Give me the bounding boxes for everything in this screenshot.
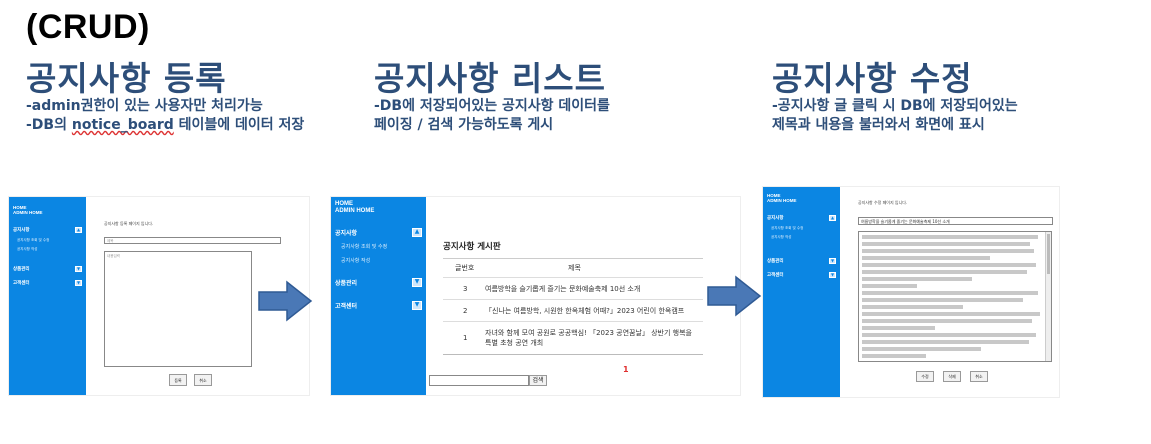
chevron-down-icon[interactable]: ▼	[829, 272, 836, 279]
section-title-edit: 공지사항 수정	[772, 59, 973, 98]
table-row[interactable]: 3 여름방학을 슬기롭게 즐기는 문화예술축제 10선 소개	[443, 278, 703, 300]
screenshot-list: HOME ADMIN HOME 공지사항 ▲ 공지사항 조회 및 수정 공지사항…	[330, 196, 741, 396]
title-input[interactable]: 제목	[104, 237, 281, 244]
chevron-up-icon[interactable]: ▲	[75, 227, 82, 234]
register-button[interactable]: 등록	[169, 374, 187, 386]
scrollbar-thumb[interactable]	[1047, 234, 1050, 274]
chevron-down-icon[interactable]: ▼	[829, 258, 836, 265]
chevron-down-icon[interactable]: ▼	[75, 280, 82, 287]
sidebar-sub-write[interactable]: 공지사항 작성	[763, 231, 840, 240]
chevron-down-icon[interactable]: ▼	[412, 277, 422, 287]
crud-heading: (CRUD)	[26, 8, 150, 46]
sidebar-home[interactable]: HOME	[331, 197, 426, 208]
delete-button[interactable]: 삭제	[943, 371, 961, 382]
menu-label: 고객센터	[767, 273, 784, 279]
sidebar-sub-list[interactable]: 공지사항 조회 및 수정	[9, 233, 86, 243]
menu-label: 고객센터	[13, 281, 30, 287]
section-desc-register: -admin권한이 있는 사용자만 처리가능 -DB의 notice_board…	[26, 97, 304, 135]
menu-label: 공지사항	[13, 228, 30, 234]
chevron-down-icon[interactable]: ▼	[75, 266, 82, 273]
table-row[interactable]: 1 자녀와 함께 모여 공원로 공공핵심! 「2023 공연꿈날」 상반기 행복…	[443, 322, 703, 355]
arrow-right-icon	[707, 275, 762, 317]
row-title-link[interactable]: 여름방학을 슬기롭게 즐기는 문화예술축제 10선 소개	[485, 278, 640, 299]
search-input[interactable]	[429, 375, 529, 386]
notice-table: 글번호 제목 3 여름방학을 슬기롭게 즐기는 문화예술축제 10선 소개 2 …	[443, 258, 703, 355]
menu-label: 고객센터	[335, 302, 358, 310]
desc-line: -DB에 저장되어있는 공지사항 데이터를	[374, 98, 610, 114]
title-input[interactable]: 여름방학을 슬기롭게 즐기는 문화예술축제 10선 소개	[858, 217, 1053, 225]
arrow-right-icon	[258, 280, 313, 322]
screenshot-edit: HOME ADMIN HOME 공지사항 ▲ 공지사항 조회 및 수정 공지사항…	[762, 186, 1060, 398]
sidebar-sub-write[interactable]: 공지사항 작성	[331, 250, 426, 264]
edit-button[interactable]: 수정	[916, 371, 934, 382]
section-desc-list: -DB에 저장되어있는 공지사항 데이터를 페이징 / 검색 가능하도록 게시	[374, 97, 610, 135]
pagination-page[interactable]: 1	[623, 365, 629, 374]
desc-line: -공지사항 글 클릭 시 DB에 저장되어있는	[772, 98, 1018, 114]
sidebar-menu-product[interactable]: 상품관리 ▼	[331, 264, 426, 287]
admin-sidebar: HOME ADMIN HOME 공지사항 ▲ 공지사항 조회 및 수정 공지사항…	[763, 187, 840, 397]
sidebar-menu-notice[interactable]: 공지사항 ▲	[763, 203, 840, 222]
col-title-header: 제목	[568, 264, 581, 272]
cancel-button[interactable]: 취소	[970, 371, 988, 382]
row-title-link[interactable]: 「신나는 여름방학, 시원한 한옥체험 어때?」2023 어린이 한옥캠프	[485, 300, 684, 321]
menu-label: 공지사항	[335, 229, 358, 237]
desc-table-name: notice_board	[71, 117, 174, 133]
row-title-link[interactable]: 자녀와 함께 모여 공원로 공공핵심! 「2023 공연꿈날」 상반기 행복을 …	[485, 322, 695, 354]
sidebar-menu-product[interactable]: 상품관리 ▼	[9, 252, 86, 273]
sidebar-menu-product[interactable]: 상품관리 ▼	[763, 240, 840, 265]
content-textarea[interactable]: 내용입력	[104, 251, 252, 367]
chevron-up-icon[interactable]: ▲	[412, 227, 422, 237]
page-heading: 공지사항 수정 페이지 입니다.	[858, 200, 908, 205]
sidebar-menu-service[interactable]: 고객센터 ▼	[9, 272, 86, 287]
menu-label: 상품관리	[767, 259, 784, 265]
desc-line: -DB의 notice_board 테이블에 데이터 저장	[26, 116, 304, 135]
sidebar-menu-notice[interactable]: 공지사항 ▲	[9, 215, 86, 234]
desc-line: 페이징 / 검색 가능하도록 게시	[374, 117, 554, 133]
admin-sidebar: HOME ADMIN HOME 공지사항 ▲ 공지사항 조회 및 수정 공지사항…	[331, 197, 426, 395]
sidebar-sub-write[interactable]: 공지사항 작성	[9, 243, 86, 252]
sidebar-menu-service[interactable]: 고객센터 ▼	[331, 287, 426, 310]
search-button[interactable]: 검색	[529, 375, 547, 386]
sidebar-home[interactable]: HOME	[9, 197, 86, 210]
sidebar-menu-notice[interactable]: 공지사항 ▲	[331, 215, 426, 237]
page-heading: 공지사항 등록 페이지 입니다.	[104, 221, 154, 226]
sidebar-menu-service[interactable]: 고객센터 ▼	[763, 264, 840, 279]
col-no-header: 글번호	[455, 264, 475, 272]
desc-line: 제목과 내용을 불러와서 화면에 표시	[772, 117, 985, 133]
menu-label: 상품관리	[13, 267, 30, 273]
section-title-list: 공지사항 리스트	[374, 59, 607, 98]
desc-part: -DB의	[26, 117, 72, 133]
admin-sidebar: HOME ADMIN HOME 공지사항 ▲ 공지사항 조회 및 수정 공지사항…	[9, 197, 86, 395]
menu-label: 상품관리	[335, 279, 358, 287]
row-no: 1	[463, 334, 468, 342]
content-textarea[interactable]	[858, 231, 1052, 362]
section-title-register: 공지사항 등록	[26, 59, 227, 98]
sidebar-admin-home[interactable]: ADMIN HOME	[331, 208, 426, 215]
menu-label: 공지사항	[767, 216, 784, 222]
content-text	[862, 235, 1045, 359]
chevron-up-icon[interactable]: ▲	[829, 215, 836, 222]
sidebar-sub-list[interactable]: 공지사항 조회 및 수정	[331, 237, 426, 250]
table-header: 글번호 제목	[443, 258, 703, 278]
sidebar-home[interactable]: HOME	[763, 187, 840, 198]
desc-line: -admin권한이 있는 사용자만 처리가능	[26, 98, 263, 114]
section-desc-edit: -공지사항 글 클릭 시 DB에 저장되어있는 제목과 내용을 불러와서 화면에…	[772, 97, 1018, 135]
chevron-down-icon[interactable]: ▼	[412, 300, 422, 310]
scrollbar[interactable]	[1045, 232, 1051, 361]
desc-part: 테이블에 데이터 저장	[173, 117, 305, 133]
board-title: 공지사항 게시판	[443, 242, 501, 252]
row-no: 2	[463, 306, 468, 315]
row-no: 3	[463, 284, 468, 293]
cancel-button[interactable]: 취소	[194, 374, 212, 386]
table-row[interactable]: 2 「신나는 여름방학, 시원한 한옥체험 어때?」2023 어린이 한옥캠프	[443, 300, 703, 322]
sidebar-sub-list[interactable]: 공지사항 조회 및 수정	[763, 221, 840, 231]
